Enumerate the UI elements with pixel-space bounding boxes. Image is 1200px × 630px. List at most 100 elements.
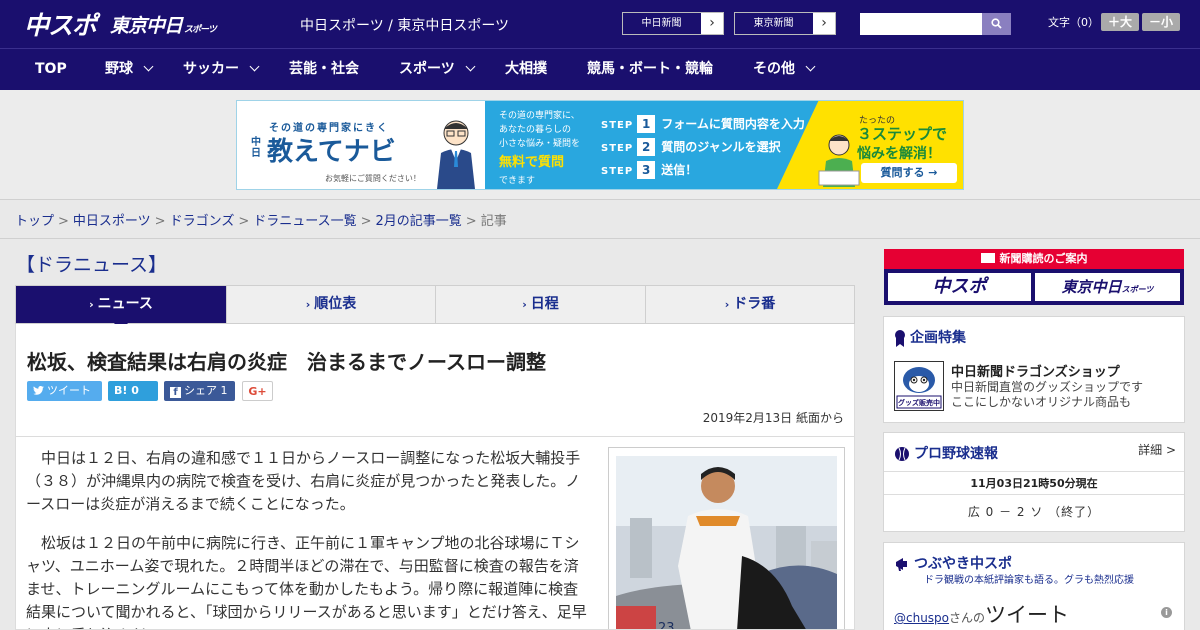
subscription-box[interactable]: 新聞購読のご案内 中スポ 東京中日スポーツ	[884, 249, 1184, 305]
score-title: プロ野球速報	[894, 443, 998, 463]
chevron-right-icon: ›	[522, 298, 527, 311]
tab-label: ドラ番	[733, 296, 776, 312]
twitter-tweets-label: ツイート	[985, 603, 1070, 627]
nav-top[interactable]: TOP	[35, 49, 67, 90]
nav-other[interactable]: その他	[753, 49, 816, 90]
subscribe-tokyo-chunichi[interactable]: 東京中日スポーツ	[1035, 273, 1180, 301]
search-icon	[991, 18, 1002, 29]
feature-box: 企画特集 グッズ販売中 中日新聞ドラゴンズショップ 中日新聞直営のグッズショップ…	[883, 316, 1185, 423]
chunichi-shimbun-label: 中日新聞	[623, 13, 701, 34]
step-label: STEP	[601, 120, 634, 131]
banner-note: お気軽にご質問ください！	[325, 174, 421, 183]
tab-label: ニュース	[97, 296, 153, 312]
chuspo-logo[interactable]: 中スポ	[24, 8, 97, 40]
tab-label: 順位表	[314, 296, 357, 312]
step-label: STEP	[601, 166, 634, 177]
info-icon[interactable]: i	[1161, 607, 1172, 618]
banner-ask-button[interactable]: 質問する →	[861, 163, 957, 183]
banner-step: STEP 2 質問のジャンルを選択	[601, 138, 781, 156]
nav-sumo[interactable]: 大相撲	[505, 49, 547, 90]
dragons-mascot-icon: グッズ販売中	[896, 367, 942, 409]
article-photo-frame[interactable]: 23	[608, 447, 845, 629]
user-illustration	[818, 134, 860, 187]
tweet-label: ツイート	[47, 384, 91, 397]
breadcrumb-sep: >	[360, 214, 372, 229]
chunichi-shimbun-link[interactable]: 中日新聞 ›	[622, 12, 724, 35]
article-date: 2019年2月13日 紙面から	[702, 411, 844, 425]
feature-title: 企画特集	[894, 327, 966, 347]
nav-soccer[interactable]: サッカー	[183, 49, 260, 90]
chevron-right-icon: ›	[821, 15, 827, 31]
tab-schedule[interactable]: › 日程	[436, 286, 646, 323]
tab-standings[interactable]: › 順位表	[227, 286, 436, 323]
breadcrumb-top[interactable]: トップ	[15, 214, 54, 229]
search-input[interactable]	[860, 13, 982, 35]
hatena-bookmark-button[interactable]: B! 0	[108, 381, 158, 401]
facebook-icon: f	[170, 387, 181, 398]
nav-label: 大相撲	[505, 61, 547, 77]
breadcrumb-chunichi-sports[interactable]: 中日スポーツ	[73, 214, 151, 229]
nav-label: 競馬・ボート・競輪	[587, 61, 713, 77]
player-photo-illustration: 23	[616, 456, 837, 629]
ad-area: その道の専門家にきく 中日 教えてナビ お気軽にご質問ください！ その道の専門家…	[0, 90, 1200, 200]
subscription-head: 新聞購読のご案内	[884, 249, 1184, 269]
twitter-box: つぶやき中スポ ドラ観戦の本紙評論家も語る。グラも熱烈応援 @chuspoさんの…	[883, 542, 1185, 630]
breadcrumb-dragons[interactable]: ドラゴンズ	[170, 214, 235, 229]
tweet-button[interactable]: ツイート	[27, 381, 102, 401]
nav-racing[interactable]: 競馬・ボート・競輪	[587, 49, 713, 90]
feature-shop-name[interactable]: 中日新聞ドラゴンズショップ	[951, 361, 1120, 380]
tokyo-logo-text: 東京中日	[110, 14, 183, 37]
banner-mid-line: 小さな悩み・疑問を	[499, 139, 581, 149]
breadcrumb-feb-articles[interactable]: 2月の記事一覧	[376, 214, 462, 229]
search-button[interactable]	[982, 13, 1011, 35]
google-plus-button[interactable]: G+	[242, 381, 273, 401]
score-result[interactable]: 広 0 － 2 ソ （終了）	[884, 503, 1184, 520]
tab-news[interactable]: › ニュース	[16, 286, 227, 331]
nav-sports[interactable]: スポーツ	[399, 49, 476, 90]
subscription-head-label: 新聞購読のご案内	[999, 252, 1088, 265]
score-title-label: プロ野球速報	[914, 446, 998, 462]
chevron-down-icon	[805, 61, 816, 72]
banner-step: STEP 3 送信！	[601, 161, 697, 179]
chevron-down-icon	[465, 61, 476, 72]
article-header: 松坂、検査結果は右肩の炎症 治まるまでノースロー調整 ツイート B! 0 f シェ…	[15, 324, 855, 437]
banner-right-headline2: 悩みを解消！	[857, 146, 941, 162]
font-size-label: 文字（0）	[1048, 16, 1099, 29]
banner-brand-prefix: 中日	[251, 137, 261, 159]
tab-dora-ban[interactable]: › ドラ番	[646, 286, 854, 323]
banner-mid-line: あなたの暮らしの	[499, 125, 572, 135]
oshiete-navi-banner[interactable]: その道の専門家にきく 中日 教えてナビ お気軽にご質問ください！ その道の専門家…	[236, 100, 964, 190]
nav-label: スポーツ	[399, 61, 455, 77]
chevron-right-icon: ›	[724, 298, 730, 311]
step-label: STEP	[601, 143, 634, 154]
subscribe-chuspo[interactable]: 中スポ	[888, 273, 1031, 301]
font-larger-button[interactable]: ＋大	[1101, 13, 1139, 31]
banner-mid-text: その道の専門家に、 あなたの暮らしの 小さな悩み・疑問を	[499, 109, 580, 151]
sub-logo2-sub: スポーツ	[1121, 285, 1154, 294]
banner-mid-line: その道の専門家に、	[499, 111, 580, 121]
tokyo-shimbun-link[interactable]: 東京新聞 ›	[734, 12, 836, 35]
step-number: 3	[637, 161, 656, 179]
nav-entertainment[interactable]: 芸能・社会	[289, 49, 359, 90]
feature-desc-line: 中日新聞直営のグッズショップです	[951, 380, 1144, 394]
step-text: 送信！	[661, 163, 698, 177]
breadcrumb-dora-news[interactable]: ドラニュース一覧	[253, 214, 356, 229]
thumb-label: グッズ販売中	[898, 398, 940, 407]
dragons-shop-thumbnail[interactable]: グッズ販売中	[894, 361, 944, 411]
megaphone-icon	[896, 558, 907, 571]
score-detail-link[interactable]: 詳細 >	[1138, 441, 1176, 458]
twitter-handle-line: @chuspoさんのツイート	[894, 599, 1069, 629]
banner-mid-end: できます	[499, 176, 536, 186]
twitter-subtitle: ドラ観戦の本紙評論家も語る。グラも熱烈応援	[924, 575, 1134, 586]
twitter-title-label: つぶやき中スポ	[914, 556, 1012, 572]
twitter-san: さんの	[949, 611, 986, 625]
facebook-share-button[interactable]: f シェア 1	[164, 381, 235, 401]
banner-left: その道の専門家にきく 中日 教えてナビ お気軽にご質問ください！	[237, 101, 485, 189]
baseball-score-box: プロ野球速報 詳細 > 11月03日21時50分現在 広 0 － 2 ソ （終了…	[883, 432, 1185, 532]
main-nav: TOP 野球 サッカー 芸能・社会 スポーツ 大相撲 競馬・ボート・競輪 その他	[0, 48, 1200, 90]
font-smaller-button[interactable]: －小	[1142, 13, 1180, 31]
twitter-handle-link[interactable]: @chuspo	[894, 611, 949, 625]
tokyo-chunichi-logo[interactable]: 東京中日 スポーツ	[110, 8, 217, 40]
hatena-label: B! 0	[114, 384, 139, 397]
nav-baseball[interactable]: 野球	[105, 49, 154, 90]
